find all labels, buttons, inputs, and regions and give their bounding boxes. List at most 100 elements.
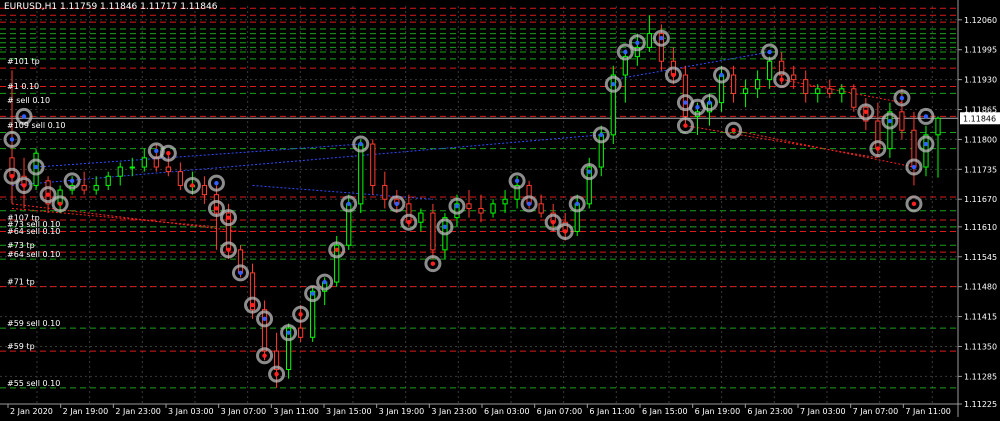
candle-body [370, 143, 376, 186]
price-tick-label: 1.12060 [964, 16, 997, 25]
candle-body [9, 157, 15, 177]
time-tick-label: 3 Jan 23:00 [431, 407, 477, 416]
buy-marker [238, 270, 243, 276]
price-tick-label: 1.11995 [964, 46, 997, 55]
buy-marker [911, 164, 917, 170]
candle-body [141, 157, 147, 168]
sell-marker [9, 174, 15, 179]
time-tick-label: 2 Jan 19:00 [63, 407, 109, 416]
sell-marker [262, 353, 267, 358]
buy-marker [346, 201, 351, 207]
candle-body [298, 327, 304, 338]
candle-body [851, 88, 857, 108]
candle-body [815, 88, 821, 94]
candle-body [33, 152, 39, 186]
candle-body [81, 184, 87, 191]
time-tick-label: 3 Jan 07:00 [221, 407, 267, 416]
order-label: #71 tp [7, 278, 35, 287]
order-label: #109 sell 0.10 [7, 121, 65, 130]
sell-marker [875, 146, 881, 151]
buy-marker [454, 203, 460, 209]
time-tick-label: 7 Jan 11:00 [905, 407, 951, 416]
time-tick-label: 6 Jan 11:00 [589, 407, 635, 416]
buy-marker [923, 141, 929, 147]
candle-body [129, 166, 135, 169]
buy-marker [322, 279, 327, 285]
sell-marker [250, 302, 255, 308]
time-tick-label: 3 Jan 19:00 [379, 407, 425, 416]
candle-body [839, 88, 845, 94]
time-tick-label: 2 Jan 23:00 [115, 407, 161, 416]
buy-marker [635, 40, 640, 46]
candle-body [201, 184, 208, 196]
time-tick-label: 3 Jan 15:00 [326, 407, 372, 416]
candle-body [478, 207, 484, 214]
order-label: #59 tp [7, 342, 35, 351]
order-label: #73 tp [7, 241, 35, 250]
current-price-label: 1.11846 [963, 114, 996, 123]
time-tick-label: 3 Jan 03:00 [168, 407, 214, 416]
price-tick-label: 1.11735 [964, 165, 997, 174]
buy-marker [587, 169, 592, 174]
time-tick-label: 7 Jan 07:00 [853, 407, 899, 416]
buy-marker [442, 224, 448, 230]
candle-body [827, 88, 833, 94]
buy-marker [526, 201, 532, 207]
buy-marker [887, 118, 893, 124]
candlestick-chart[interactable]: #101 tp #1 0.10 # sell 0.10 #109 sell 0.10 #… [0, 0, 1000, 417]
candle-body [310, 290, 316, 338]
candle-body [803, 79, 809, 94]
sell-marker [45, 192, 51, 197]
time-tick-label: 6 Jan 19:00 [695, 407, 741, 416]
candle-body [718, 74, 725, 104]
price-tick-label: 1.11800 [964, 135, 997, 144]
chart-area[interactable]: #101 tp #1 0.10 # sell 0.10 #109 sell 0.10 #… [0, 0, 1000, 417]
chart-header: EURUSD,H1 1.11759 1.11846 1.11717 1.1184… [4, 2, 218, 12]
time-tick-label: 6 Jan 23:00 [747, 407, 793, 416]
buy-marker [394, 201, 400, 207]
candle-body [935, 117, 941, 136]
time-tick-label: 3 Jan 11:00 [273, 407, 319, 416]
order-label: #1 0.10 [7, 82, 39, 91]
candle-body [406, 203, 412, 223]
sell-marker [671, 72, 676, 78]
time-tick-label: 7 Jan 03:00 [800, 407, 846, 416]
sell-marker [406, 220, 412, 225]
sell-marker [550, 220, 556, 225]
candle-body [742, 88, 749, 94]
sell-marker [57, 201, 63, 207]
sell-marker [863, 109, 869, 115]
buy-marker [623, 49, 628, 55]
candle-body [261, 309, 268, 352]
order-label: #59 sell 0.10 [7, 319, 60, 328]
candle-body [165, 166, 171, 173]
candle-body [466, 203, 472, 209]
time-tick-label: 2 Jan 2020 [10, 407, 53, 416]
order-label: # sell 0.10 [7, 96, 50, 105]
price-tick-label: 1.11545 [964, 253, 997, 262]
order-label: #64 sell 0.10 [7, 227, 60, 236]
buy-marker [21, 114, 27, 119]
order-label: #55 sell 0.10 [7, 379, 60, 388]
sell-marker [226, 247, 231, 253]
sell-marker [911, 201, 917, 207]
buy-marker [923, 114, 929, 119]
candle-body [767, 60, 773, 81]
candle-body [598, 134, 604, 168]
candle-body [490, 203, 496, 214]
sell-marker [298, 312, 303, 317]
buy-marker [514, 178, 520, 184]
sell-marker [21, 183, 27, 188]
time-tick-label: 6 Jan 07:00 [537, 407, 583, 416]
candle-body [502, 198, 508, 205]
sell-marker [430, 261, 436, 266]
price-tick-label: 1.11480 [964, 283, 997, 292]
price-tick-label: 1.11930 [964, 76, 997, 85]
candle-body [730, 74, 737, 94]
sell-marker [274, 371, 279, 377]
price-tick-label: 1.11415 [964, 313, 997, 322]
buy-marker [659, 36, 664, 41]
buy-marker [719, 72, 724, 78]
candle-body [875, 120, 881, 150]
sell-marker [779, 77, 784, 82]
